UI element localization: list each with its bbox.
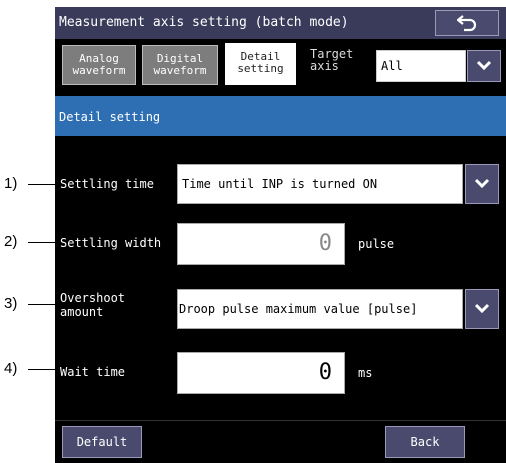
target-axis-select[interactable]: All xyxy=(376,50,466,82)
tab-bar: Analog waveform Digital waveform Detail … xyxy=(55,40,506,96)
callout-1-label: 1) xyxy=(4,175,18,192)
settling-width-label: Settling width xyxy=(60,236,162,250)
chevron-down-icon xyxy=(476,60,492,71)
settling-time-select[interactable]: Time until INP is turned ON xyxy=(177,164,463,204)
section-title: Detail setting xyxy=(59,110,161,124)
wait-time-label: Wait time xyxy=(60,365,126,379)
settling-time-label: Settling time xyxy=(60,177,154,191)
title-bar: Measurement axis setting (batch mode) xyxy=(55,7,506,39)
settling-width-input[interactable]: 0 xyxy=(177,223,345,265)
callout-3-label: 3) xyxy=(4,295,18,312)
tab-detail-setting[interactable]: Detail setting xyxy=(225,43,296,85)
settling-width-unit: pulse xyxy=(358,237,395,251)
overshoot-amount-label-line1: Overshoot xyxy=(60,291,126,305)
chevron-down-icon xyxy=(474,178,490,189)
tab-analog-line2: waveform xyxy=(72,64,126,77)
return-button[interactable] xyxy=(435,10,499,36)
chevron-down-icon xyxy=(474,303,490,314)
callout-4-label: 4) xyxy=(4,360,18,377)
overshoot-amount-dropdown-button[interactable] xyxy=(465,289,499,329)
footer-bar: Default Back xyxy=(55,420,506,463)
return-arrow-icon xyxy=(457,15,477,32)
callout-2-label: 2) xyxy=(4,233,18,250)
overshoot-amount-label: Overshoot amount xyxy=(60,291,125,319)
overshoot-amount-label-line2: amount xyxy=(60,305,104,319)
target-axis-dropdown-button[interactable] xyxy=(467,50,501,82)
target-axis-label-line2: axis xyxy=(310,59,339,73)
wait-time-input[interactable]: 0 xyxy=(177,352,345,394)
section-header: Detail setting xyxy=(55,96,506,136)
tab-analog-waveform[interactable]: Analog waveform xyxy=(62,45,136,85)
wait-time-unit: ms xyxy=(358,366,373,380)
overshoot-amount-select[interactable]: Droop pulse maximum value [pulse] xyxy=(177,289,463,329)
tab-digital-line2: waveform xyxy=(153,64,207,77)
device-screen: Measurement axis setting (batch mode) An… xyxy=(55,7,506,463)
default-button[interactable]: Default xyxy=(62,426,142,458)
settling-time-dropdown-button[interactable] xyxy=(465,164,499,204)
tab-digital-waveform[interactable]: Digital waveform xyxy=(142,45,218,85)
window-title: Measurement axis setting (batch mode) xyxy=(59,15,349,30)
back-button[interactable]: Back xyxy=(385,426,465,458)
target-axis-label: Target axis xyxy=(310,48,353,72)
tab-detail-line2: setting xyxy=(237,62,284,75)
